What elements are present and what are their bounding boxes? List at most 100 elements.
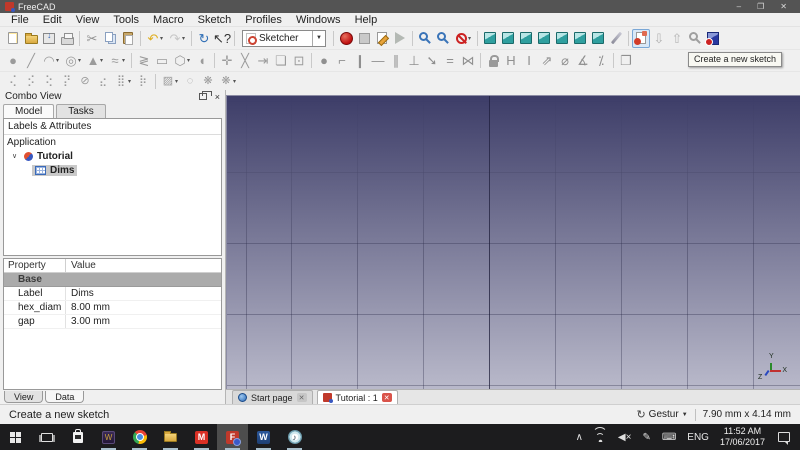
convert-to-bspline-button[interactable]: ⊘ <box>76 74 94 89</box>
view-left-button[interactable] <box>589 29 607 48</box>
zoom-selection-button[interactable] <box>434 29 452 48</box>
google-chrome-button[interactable] <box>124 424 155 450</box>
macro-execute-button[interactable] <box>391 29 409 48</box>
fit-all-button[interactable] <box>416 29 434 48</box>
new-file-button[interactable] <box>4 29 22 48</box>
create-sketch-button[interactable] <box>632 29 650 48</box>
property-row[interactable]: hex_diam 8.00 mm <box>4 301 221 315</box>
close-tab-icon[interactable]: ✕ <box>297 393 307 402</box>
show-bspline-knot-multiplicity-button[interactable]: ⡝ <box>58 74 76 89</box>
undo-button[interactable]: ↶ <box>144 29 162 48</box>
whats-this-button[interactable]: ↖? <box>213 29 231 48</box>
create-rectangle-button[interactable]: ▭ <box>153 51 171 70</box>
symmetry-button[interactable]: ❋ <box>217 74 235 89</box>
show-internal-geometry-button[interactable]: ❋ <box>199 74 217 89</box>
trim-edge-button[interactable]: ╳ <box>236 51 254 70</box>
refresh-button[interactable]: ↻ <box>195 29 213 48</box>
minimize-button[interactable]: – <box>737 2 741 11</box>
draw-style-button[interactable] <box>452 29 470 48</box>
freecad-app-button[interactable]: F <box>217 424 248 450</box>
view-sketch-button[interactable] <box>686 29 704 48</box>
measure-distance-button[interactable] <box>607 29 625 48</box>
show-bspline-control-polygon-button[interactable]: ⡪ <box>22 74 40 89</box>
create-polygon-button[interactable]: ⬡ <box>171 51 189 70</box>
3d-viewport[interactable]: Y X Z <box>226 95 800 389</box>
constrain-angle-button[interactable]: ∡ <box>574 51 592 70</box>
start-button[interactable] <box>0 424 31 450</box>
constrain-distance-y-button[interactable]: I <box>520 51 538 70</box>
create-slot-button[interactable]: ◖ <box>193 51 211 70</box>
view-top-button[interactable] <box>517 29 535 48</box>
tree-item-dims[interactable]: Dims <box>4 163 221 177</box>
leave-sketch-button[interactable]: ⇧ <box>668 29 686 48</box>
selected-item[interactable]: Dims <box>32 165 77 176</box>
create-fillet-button[interactable]: ✛ <box>218 51 236 70</box>
action-center-icon[interactable] <box>778 432 790 442</box>
close-panel-icon[interactable]: × <box>215 92 220 102</box>
create-line-button[interactable]: ╱ <box>22 51 40 70</box>
create-point-button[interactable]: ● <box>4 51 22 70</box>
close-button[interactable]: ✕ <box>780 2 787 11</box>
combo-view-tab[interactable]: Tasks <box>56 104 106 118</box>
workbench-selector[interactable]: Sketcher▼ <box>242 30 326 47</box>
task-view-button[interactable] <box>31 424 62 450</box>
property-group[interactable]: Base <box>4 273 221 287</box>
menu-item[interactable]: Tools <box>106 14 146 26</box>
touch-keyboard-icon[interactable]: ⌨ <box>662 432 676 443</box>
property-row[interactable]: Label Dims <box>4 287 221 301</box>
menu-item[interactable]: Edit <box>36 14 69 26</box>
constrain-vertical-button[interactable]: ❙ <box>351 51 369 70</box>
property-value[interactable]: Dims <box>66 288 221 299</box>
view-isometric-button[interactable] <box>481 29 499 48</box>
map-sketch-to-face-button[interactable] <box>704 29 722 48</box>
menu-item[interactable]: Profiles <box>238 14 289 26</box>
view-front-button[interactable] <box>499 29 517 48</box>
paste-button[interactable] <box>119 29 137 48</box>
constrain-point-on-object-button[interactable]: ⌐ <box>333 51 351 70</box>
join-curves-button[interactable]: ⡷ <box>134 74 152 89</box>
constrain-symmetric-button[interactable]: ⋈ <box>459 51 477 70</box>
close-tab-icon[interactable]: ✕ <box>382 393 392 402</box>
increase-knot-multiplicity-button[interactable]: ⣿ <box>112 74 130 89</box>
constrain-equal-button[interactable]: = <box>441 51 459 70</box>
redo-button[interactable]: ↷ <box>166 29 184 48</box>
property-value[interactable]: 3.00 mm <box>66 316 221 327</box>
document-tab[interactable]: Tutorial : 1 ✕ <box>317 390 398 404</box>
document-tab[interactable]: Start page ✕ <box>232 390 313 404</box>
constrain-coincident-button[interactable]: ● <box>315 51 333 70</box>
cut-button[interactable]: ✂ <box>83 29 101 48</box>
menu-item[interactable]: Macro <box>146 14 191 26</box>
menu-item[interactable]: Help <box>348 14 385 26</box>
property-value[interactable]: 8.00 mm <box>66 302 221 313</box>
view-rear-button[interactable] <box>553 29 571 48</box>
open-file-button[interactable] <box>22 29 40 48</box>
select-constrained-elements-button[interactable]: ◌ <box>181 74 199 89</box>
constrain-distance-x-button[interactable]: H <box>502 51 520 70</box>
external-geometry-button[interactable]: ❏ <box>272 51 290 70</box>
toggle-driving-constraint-button[interactable]: ❐ <box>617 51 635 70</box>
view-bottom-button[interactable] <box>571 29 589 48</box>
taskbar-clock[interactable]: 11:52 AM 17/06/2017 <box>720 426 765 449</box>
carbon-copy-button[interactable]: ⊡ <box>290 51 308 70</box>
property-row[interactable]: gap 3.00 mm <box>4 315 221 329</box>
float-panel-icon[interactable] <box>199 93 207 100</box>
view-right-button[interactable] <box>535 29 553 48</box>
input-language[interactable]: ENG <box>687 432 709 443</box>
create-polyline-button[interactable]: ≷ <box>135 51 153 70</box>
macro-edit-button[interactable] <box>373 29 391 48</box>
create-arc-button[interactable]: ◠ <box>40 51 58 70</box>
gmail-button[interactable]: M <box>186 424 217 450</box>
increase-bspline-degree-button[interactable]: ⣔ <box>94 74 112 89</box>
create-conic-button[interactable]: ▲ <box>84 51 102 70</box>
maximize-button[interactable]: ❐ <box>757 2 764 11</box>
constrain-snells-law-button[interactable]: ⁒ <box>592 51 610 70</box>
constrain-horizontal-button[interactable]: — <box>369 51 387 70</box>
menu-item[interactable]: Sketch <box>191 14 239 26</box>
app-purple-button[interactable]: W <box>93 424 124 450</box>
save-file-button[interactable] <box>40 29 58 48</box>
wifi-icon[interactable] <box>594 432 607 442</box>
edit-sketch-button[interactable]: ⇩ <box>650 29 668 48</box>
microsoft-word-button[interactable]: W <box>248 424 279 450</box>
create-circle-button[interactable]: ◎ <box>62 51 80 70</box>
show-bspline-degree-button[interactable]: ⢌ <box>4 74 22 89</box>
